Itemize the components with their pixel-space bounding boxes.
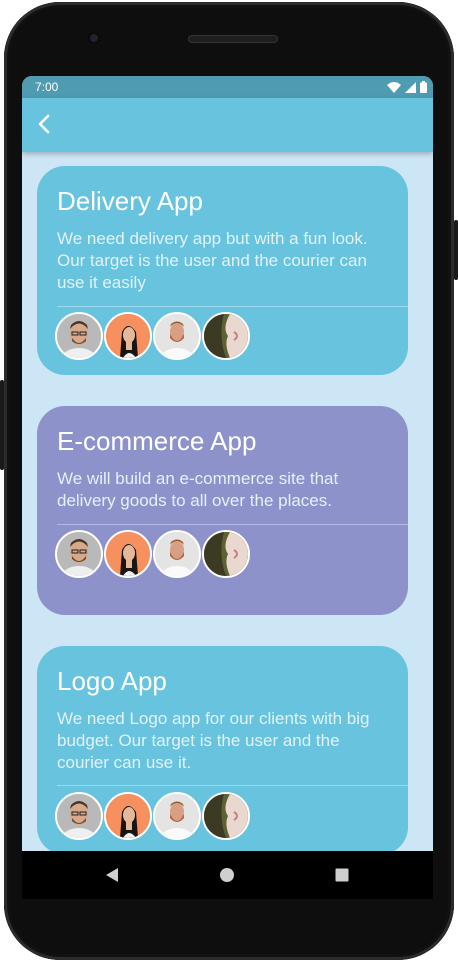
recents-square-icon[interactable] (332, 865, 352, 885)
avatar[interactable] (104, 530, 152, 578)
home-circle-icon[interactable] (217, 865, 237, 885)
card-divider (57, 785, 408, 786)
screen: 7:00 Delivery App We need delivery app b… (22, 76, 433, 851)
card-title: E-commerce App (57, 426, 257, 456)
earpiece-speaker (188, 35, 278, 43)
card-description: We need delivery app but with a fun look… (57, 229, 368, 292)
status-time: 7:00 (35, 80, 59, 94)
avatar[interactable] (55, 312, 103, 360)
avatar[interactable] (153, 530, 201, 578)
avatar[interactable] (202, 312, 250, 360)
avatar[interactable] (202, 530, 250, 578)
avatar[interactable] (55, 792, 103, 840)
front-camera (88, 32, 100, 44)
card-divider (57, 306, 408, 307)
avatar[interactable] (104, 792, 152, 840)
power-button (454, 220, 458, 280)
project-card-ecommerce[interactable]: E-commerce App We will build an e-commer… (37, 406, 408, 615)
card-title: Logo App (57, 666, 167, 696)
back-triangle-icon[interactable] (102, 865, 122, 885)
card-description: We need Logo app for our clients with bi… (57, 709, 370, 772)
status-bar: 7:00 (22, 76, 433, 98)
wifi-icon (387, 81, 401, 93)
volume-button (0, 380, 4, 470)
avatar[interactable] (153, 312, 201, 360)
member-avatars (55, 530, 251, 578)
battery-icon (420, 81, 427, 93)
chevron-left-icon[interactable] (32, 111, 58, 137)
member-avatars (55, 792, 251, 840)
status-icons (387, 81, 427, 93)
signal-icon (405, 81, 416, 93)
card-description: We will build an e-commerce site that de… (57, 469, 339, 510)
avatar[interactable] (104, 312, 152, 360)
card-title: Delivery App (57, 186, 203, 216)
avatar[interactable] (153, 792, 201, 840)
system-nav-bar (22, 851, 433, 899)
project-list: Delivery App We need delivery app but wi… (22, 152, 433, 851)
project-card-logo[interactable]: Logo App We need Logo app for our client… (37, 646, 408, 851)
member-avatars (55, 312, 251, 360)
avatar[interactable] (55, 530, 103, 578)
card-divider (57, 524, 408, 525)
project-card-delivery[interactable]: Delivery App We need delivery app but wi… (37, 166, 408, 375)
avatar[interactable] (202, 792, 250, 840)
app-bar (22, 98, 433, 152)
